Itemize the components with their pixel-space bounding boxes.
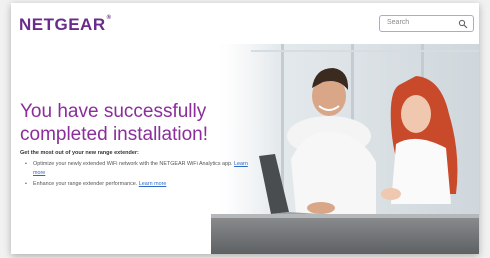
learn-more-link[interactable]: Learn more xyxy=(139,181,167,187)
browser-page: NETGEAR® Search You have successfully co… xyxy=(11,3,479,254)
page-title: You have successfully completed installa… xyxy=(20,100,250,146)
logo-registered-mark: ® xyxy=(106,15,112,21)
search-box[interactable]: Search xyxy=(379,15,474,32)
site-header: NETGEAR® Search xyxy=(11,3,479,44)
list-item: Optimize your newly extended WiFi networ… xyxy=(24,160,249,177)
headline-line-2: completed installation! xyxy=(20,124,208,145)
tips-list: Optimize your newly extended WiFi networ… xyxy=(24,160,249,192)
subheading: Get the most out of your new range exten… xyxy=(20,150,139,156)
search-icon[interactable] xyxy=(458,19,468,29)
headline-line-1: You have successfully xyxy=(20,101,207,122)
tip-text: Enhance your range extender performance. xyxy=(33,181,138,187)
netgear-logo[interactable]: NETGEAR® xyxy=(19,15,112,35)
list-item: Enhance your range extender performance.… xyxy=(24,180,249,189)
logo-text: NETGEAR xyxy=(19,15,106,34)
hero-banner: You have successfully completed installa… xyxy=(11,44,479,254)
tip-text: Optimize your newly extended WiFi networ… xyxy=(33,161,233,167)
search-input[interactable]: Search xyxy=(387,19,409,26)
hero-photo xyxy=(211,44,479,254)
